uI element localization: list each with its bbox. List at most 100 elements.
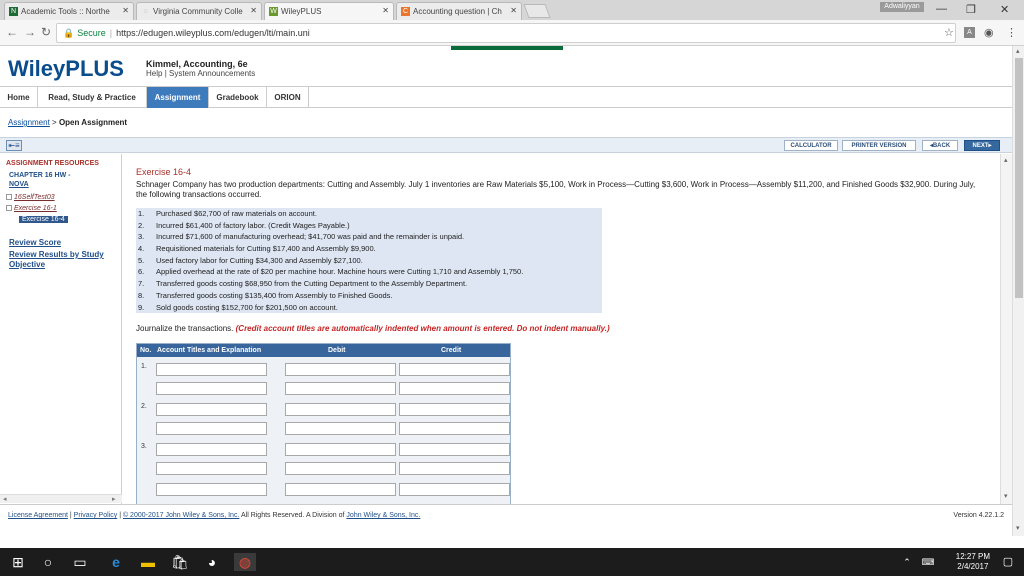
tab-accounting-question[interactable]: C Accounting question | Ch ✕: [396, 2, 522, 20]
extension-icon[interactable]: A: [964, 27, 975, 38]
file-explorer-icon[interactable]: ▬: [138, 553, 158, 571]
collapse-sidebar-icon[interactable]: ⇤≡: [6, 140, 22, 151]
header-debit: Debit: [328, 347, 346, 354]
tab-orion[interactable]: ORION: [267, 87, 309, 108]
privacy-policy-link[interactable]: Privacy Policy: [74, 512, 118, 519]
tab-wileyplus[interactable]: W WileyPLUS ✕: [264, 2, 394, 20]
scroll-up-icon[interactable]: ▴: [1004, 156, 1008, 164]
lock-icon: 🔒: [63, 28, 75, 38]
copyright-link[interactable]: © 2000-2017 John Wiley & Sons, Inc.: [123, 512, 239, 519]
account-title-input[interactable]: [156, 462, 267, 475]
scroll-right-icon[interactable]: ▸: [112, 495, 116, 503]
debit-input[interactable]: [285, 443, 396, 456]
review-results-link[interactable]: Review Results by Study Objective: [9, 250, 119, 270]
tray-chevron-up-icon[interactable]: ⌃: [900, 553, 914, 571]
minimize-icon[interactable]: —: [936, 3, 947, 15]
tree-link[interactable]: Exercise 16-1: [14, 205, 57, 212]
tab-home[interactable]: Home: [0, 87, 38, 108]
close-icon[interactable]: ✕: [122, 6, 129, 15]
tab-virginia-community[interactable]: ◌ Virginia Community Colle ✕: [136, 2, 262, 20]
forward-arrow-icon[interactable]: →: [24, 25, 36, 39]
scrollbar-thumb[interactable]: [1015, 58, 1023, 298]
content-toolbar: ⇤≡ CALCULATOR PRINTER VERSION ◂BACK NEXT…: [0, 137, 1012, 153]
tree-item-exercise-16-4[interactable]: Exercise 16-4: [19, 216, 68, 223]
license-agreement-link[interactable]: License Agreement: [8, 512, 68, 519]
cortana-icon[interactable]: ○: [38, 553, 58, 571]
debit-input[interactable]: [285, 462, 396, 475]
tab-gradebook[interactable]: Gradebook: [209, 87, 267, 108]
url-input[interactable]: 🔒 Secure | https://edugen.wileyplus.com/edu…: [56, 23, 956, 43]
scroll-down-icon[interactable]: ▾: [1016, 524, 1020, 532]
reload-icon[interactable]: ↻: [41, 25, 51, 39]
tree-item-selftest[interactable]: 16SelfTest03: [6, 194, 55, 201]
debit-input[interactable]: [285, 382, 396, 395]
credit-input[interactable]: [399, 483, 510, 496]
wileyplus-header: WileyPLUS Kimmel, Accounting, 6e Help | …: [0, 46, 1012, 86]
expand-box-icon[interactable]: [6, 205, 12, 212]
scroll-down-icon[interactable]: ▾: [1004, 492, 1008, 500]
account-title-input[interactable]: [156, 422, 267, 435]
tree-item-exercise-16-1[interactable]: Exercise 16-1: [6, 205, 57, 212]
keyboard-icon[interactable]: ⌨: [920, 553, 936, 571]
account-title-input[interactable]: [156, 363, 267, 376]
page-vertical-scrollbar[interactable]: ▴ ▾: [1012, 46, 1024, 536]
close-icon[interactable]: ✕: [510, 6, 517, 15]
journalize-instruction: Journalize the transactions. (Credit acc…: [136, 324, 610, 333]
store-icon[interactable]: 🛍: [170, 553, 190, 571]
account-title-input[interactable]: [156, 483, 267, 496]
credit-input[interactable]: [399, 462, 510, 475]
debit-input[interactable]: [285, 363, 396, 376]
tab-academic-tools[interactable]: N Academic Tools :: Northe ✕: [4, 2, 134, 20]
expand-box-icon[interactable]: [6, 194, 12, 201]
star-icon[interactable]: ☆: [944, 26, 954, 39]
review-score-link[interactable]: Review Score: [9, 238, 61, 247]
next-button[interactable]: NEXT▸: [964, 140, 1000, 151]
transactions-list: 1. Purchased $62,700 of raw materials on …: [136, 208, 602, 314]
credit-input[interactable]: [399, 422, 510, 435]
journal-table-body: 1. 2. 3.: [137, 357, 510, 504]
credit-input[interactable]: [399, 443, 510, 456]
new-tab-button[interactable]: [523, 4, 551, 18]
help-link[interactable]: Help: [146, 69, 162, 78]
notifications-icon[interactable]: ▢: [1000, 553, 1016, 571]
windows-start-icon[interactable]: ⊞: [8, 553, 28, 571]
tree-link[interactable]: 16SelfTest03: [14, 194, 55, 201]
content-vertical-scrollbar[interactable]: ▴ ▾: [1000, 154, 1012, 504]
back-arrow-icon[interactable]: ←: [6, 25, 18, 39]
account-title-input[interactable]: [156, 403, 267, 416]
printer-version-button[interactable]: PRINTER VERSION: [842, 140, 916, 151]
close-icon[interactable]: ✕: [250, 6, 257, 15]
close-window-icon[interactable]: ✕: [1000, 3, 1009, 16]
close-icon[interactable]: ✕: [382, 6, 389, 15]
task-view-icon[interactable]: ▭: [70, 553, 90, 571]
account-title-input[interactable]: [156, 443, 267, 456]
taskbar-clock[interactable]: 12:27 PM 2/4/2017: [956, 552, 990, 572]
credit-input[interactable]: [399, 403, 510, 416]
back-button[interactable]: ◂BACK: [922, 140, 958, 151]
scroll-left-icon[interactable]: ◂: [3, 495, 7, 503]
profile-badge[interactable]: Adwaliyyan: [880, 2, 924, 12]
extension-circle-icon[interactable]: ◉: [984, 26, 994, 39]
chapter-nova-link[interactable]: NOVA: [9, 181, 29, 188]
debit-input[interactable]: [285, 483, 396, 496]
restore-icon[interactable]: ❐: [966, 3, 976, 16]
menu-kebab-icon[interactable]: ⋮: [1006, 26, 1017, 39]
photos-icon[interactable]: ◕: [202, 553, 222, 571]
credit-input[interactable]: [399, 363, 510, 376]
tab-assignment[interactable]: Assignment: [147, 87, 209, 108]
selected-exercise[interactable]: Exercise 16-4: [19, 216, 68, 223]
chrome-icon[interactable]: ◍: [234, 553, 256, 571]
calculator-button[interactable]: CALCULATOR: [784, 140, 838, 151]
sidebar-horizontal-scrollbar[interactable]: ◂ ▸: [0, 494, 122, 503]
tab-read-study-practice[interactable]: Read, Study & Practice: [38, 87, 147, 108]
scroll-up-icon[interactable]: ▴: [1016, 47, 1020, 55]
return-strip[interactable]: [451, 46, 563, 50]
credit-input[interactable]: [399, 382, 510, 395]
debit-input[interactable]: [285, 403, 396, 416]
system-announcements-link[interactable]: System Announcements: [169, 69, 255, 78]
debit-input[interactable]: [285, 422, 396, 435]
edge-icon[interactable]: e: [106, 553, 126, 571]
account-title-input[interactable]: [156, 382, 267, 395]
breadcrumb-assignment-link[interactable]: Assignment: [8, 118, 50, 127]
company-link[interactable]: John Wiley & Sons, Inc.: [346, 512, 420, 519]
